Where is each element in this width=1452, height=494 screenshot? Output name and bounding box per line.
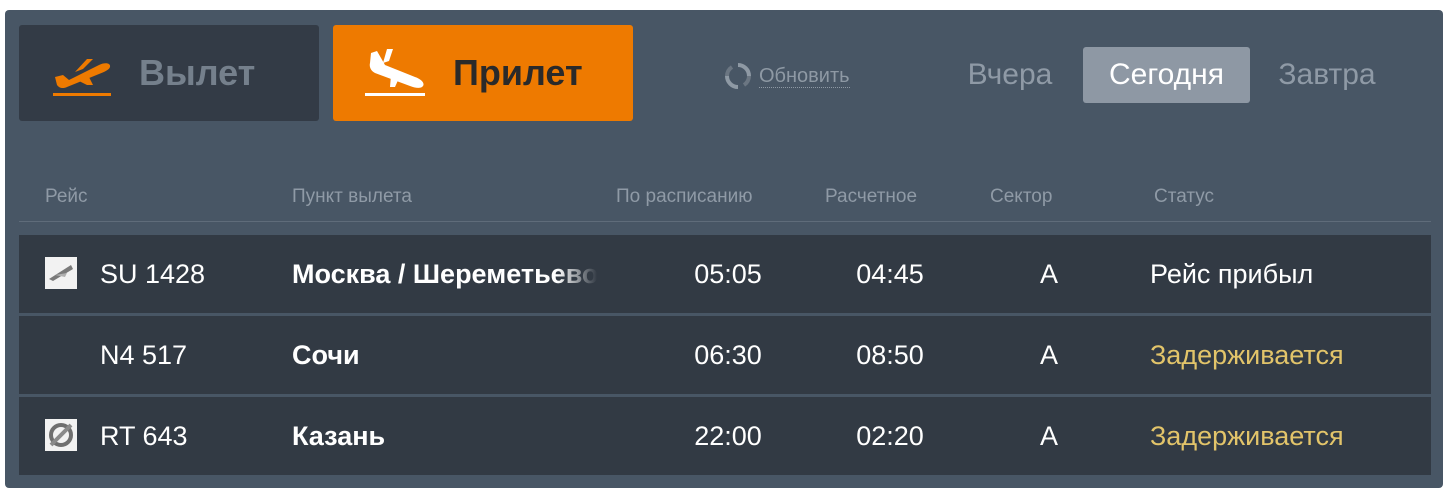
day-yesterday[interactable]: Вчера: [955, 47, 1065, 103]
tab-departure[interactable]: Вылет: [19, 25, 319, 121]
estimated-time: 08:50: [856, 340, 924, 370]
origin-cell: Москва / Шереметьево: [292, 235, 597, 313]
origin-text: Казань: [292, 421, 386, 451]
sector: A: [1039, 340, 1058, 370]
flight-number: SU 1428: [100, 259, 206, 289]
status-badge: Задерживается: [1150, 340, 1344, 370]
origin-text: Москва / Шереметьево: [292, 259, 597, 289]
flight-number: RT 643: [100, 421, 188, 451]
sector: A: [1039, 259, 1058, 289]
scheduled-time: 05:05: [694, 259, 762, 289]
flight-board: Вылет Прилет Обновить Вчера Сегодня Завт…: [5, 10, 1443, 488]
plane-landing-icon: [365, 49, 425, 96]
refresh-label: Обновить: [759, 64, 850, 88]
origin-text: Сочи: [292, 340, 360, 370]
day-tomorrow[interactable]: Завтра: [1267, 47, 1387, 103]
flight-number: N4 517: [100, 340, 188, 370]
table-row[interactable]: RT 643 Казань 22:00 02:20 A Задерживаетс…: [19, 397, 1431, 475]
origin-cell: Казань: [292, 397, 597, 475]
refresh-button[interactable]: Обновить: [723, 60, 850, 92]
origin-cell: Сочи: [292, 316, 597, 394]
estimated-time: 04:45: [856, 259, 924, 289]
tab-arrival-label: Прилет: [453, 52, 583, 93]
table-row[interactable]: SU 1428 Москва / Шереметьево 05:05 04:45…: [19, 235, 1431, 313]
scheduled-time: 06:30: [694, 340, 762, 370]
flight-list: SU 1428 Москва / Шереметьево 05:05 04:45…: [19, 235, 1431, 478]
estimated-time: 02:20: [856, 421, 924, 451]
plane-takeoff-icon: [53, 59, 111, 96]
col-origin: Пункт вылета: [292, 186, 412, 207]
status-badge: Рейс прибыл: [1150, 259, 1314, 289]
table-header: Рейс Пункт вылета По расписанию Расчетно…: [19, 180, 1431, 222]
col-estimated: Расчетное: [825, 186, 918, 207]
scheduled-time: 22:00: [694, 421, 762, 451]
airline-logo-icon: [45, 419, 77, 451]
table-row[interactable]: N4 517 Сочи 06:30 08:50 A Задерживается: [19, 316, 1431, 394]
col-sector: Сектор: [990, 186, 1053, 207]
col-status: Статус: [1154, 186, 1215, 207]
tab-departure-label: Вылет: [139, 52, 256, 93]
airline-logo-icon: [45, 257, 77, 289]
col-scheduled: По расписанию: [616, 186, 753, 207]
refresh-icon: [725, 63, 751, 89]
tab-arrival[interactable]: Прилет: [333, 25, 633, 121]
col-flight: Рейс: [45, 186, 88, 207]
day-today[interactable]: Сегодня: [1083, 47, 1250, 103]
sector: A: [1039, 421, 1058, 451]
status-badge: Задерживается: [1150, 421, 1344, 451]
